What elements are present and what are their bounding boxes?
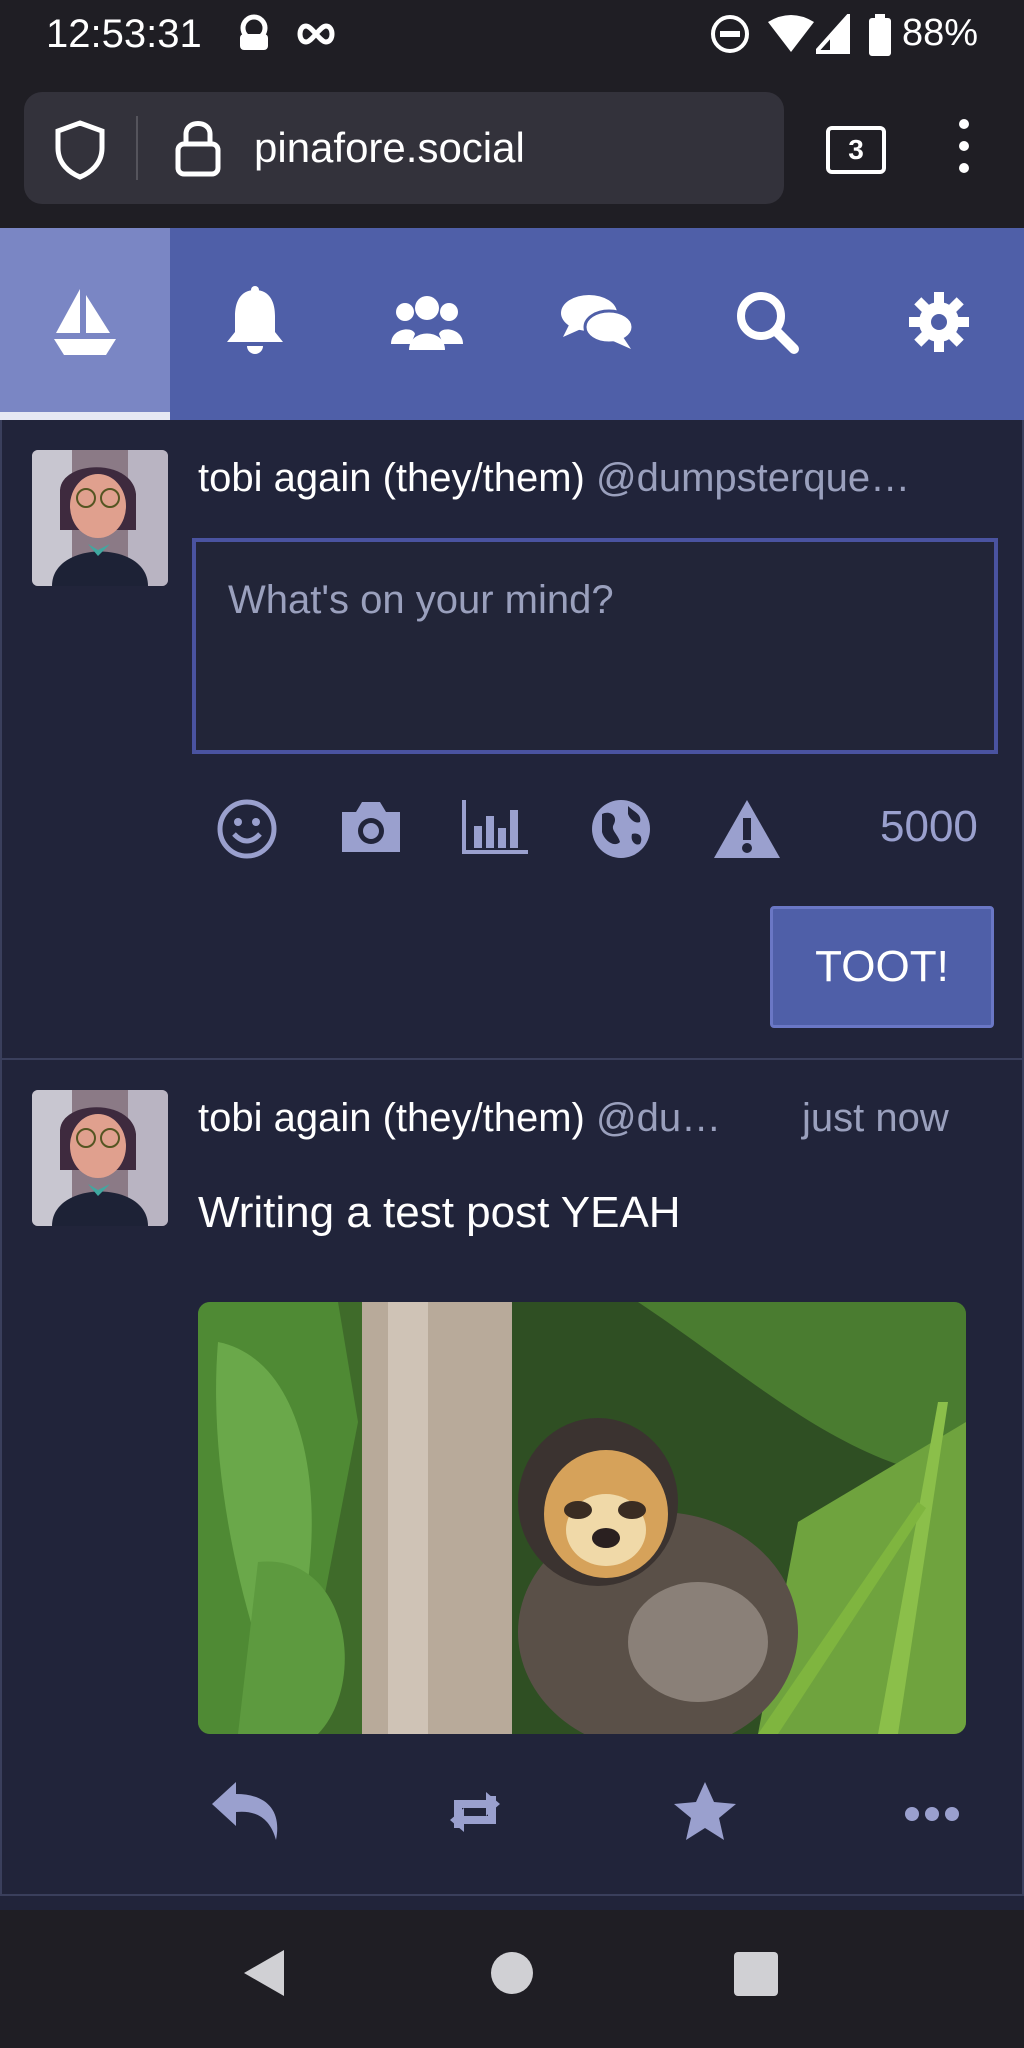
post-author[interactable]: tobi again (they/them) @du… — [198, 1096, 721, 1141]
search-icon — [734, 289, 800, 360]
nav-settings[interactable] — [854, 228, 1024, 420]
poll-icon[interactable] — [462, 798, 530, 861]
gear-icon — [907, 290, 971, 359]
comments-icon — [559, 291, 635, 358]
url-divider — [136, 116, 138, 180]
avatar[interactable] — [32, 450, 168, 586]
nav-community[interactable] — [342, 228, 512, 420]
home-icon[interactable] — [490, 1948, 534, 2003]
emoji-icon[interactable] — [216, 798, 278, 865]
browser-toolbar: pinafore.social 3 — [0, 70, 1024, 228]
favorite-icon[interactable] — [672, 1780, 738, 1847]
status-time: 12:53:31 — [46, 12, 202, 56]
compose-input[interactable]: What's on your mind? — [192, 538, 998, 754]
battery-percentage: 88% — [901, 12, 978, 54]
post-display-name[interactable]: tobi again (they/them) — [198, 1096, 585, 1140]
reply-icon[interactable] — [210, 1780, 282, 1847]
system-nav-bar — [0, 1910, 1024, 2048]
status-post[interactable]: tobi again (they/them) @du… just now Wri… — [0, 1060, 1024, 1896]
do-not-disturb-icon — [710, 14, 750, 59]
nav-conversations[interactable] — [512, 228, 682, 420]
shield-icon[interactable] — [54, 120, 106, 185]
infinity-icon — [296, 22, 336, 51]
compose-display-name: tobi again (they/them) — [198, 456, 585, 500]
globe-icon[interactable] — [590, 798, 652, 865]
boost-icon[interactable] — [442, 1788, 508, 1841]
wifi-icon — [768, 14, 814, 59]
battery-icon — [868, 14, 892, 61]
status-bar: 12:53:31 88% — [0, 0, 1024, 70]
signal-icon — [811, 8, 852, 59]
tab-counter[interactable]: 3 — [826, 126, 886, 174]
bell-icon — [223, 285, 287, 363]
warning-icon[interactable] — [712, 798, 782, 865]
character-count: 5000 — [880, 802, 978, 851]
sailboat-icon — [52, 287, 118, 362]
post-timestamp[interactable]: just now — [802, 1096, 949, 1141]
post-content: Writing a test post YEAH — [198, 1188, 681, 1237]
nav-search[interactable] — [682, 228, 852, 420]
lock-icon — [174, 118, 222, 183]
compose-account-name: tobi again (they/them) @dumpsterque… — [198, 456, 910, 501]
camera-icon[interactable] — [338, 798, 404, 861]
users-icon — [391, 292, 463, 357]
url-text[interactable]: pinafore.social — [254, 124, 525, 172]
nav-home[interactable] — [0, 228, 170, 420]
more-icon[interactable] — [904, 1806, 960, 1827]
nav-notifications[interactable] — [170, 228, 340, 420]
app-nav — [0, 228, 1024, 420]
menu-dots-icon[interactable] — [958, 118, 970, 179]
back-icon[interactable] — [242, 1948, 286, 2003]
compose-box: tobi again (they/them) @dumpsterque… Wha… — [0, 420, 1024, 1060]
post-avatar[interactable] — [32, 1090, 168, 1226]
vpn-lock-icon — [236, 14, 272, 59]
compose-handle[interactable]: @dumpsterque… — [596, 456, 910, 500]
recents-icon[interactable] — [734, 1952, 778, 2001]
toot-button[interactable]: TOOT! — [770, 906, 994, 1028]
post-media-image[interactable] — [198, 1302, 966, 1734]
post-handle[interactable]: @du… — [596, 1096, 721, 1140]
url-bar[interactable]: pinafore.social — [24, 92, 784, 204]
